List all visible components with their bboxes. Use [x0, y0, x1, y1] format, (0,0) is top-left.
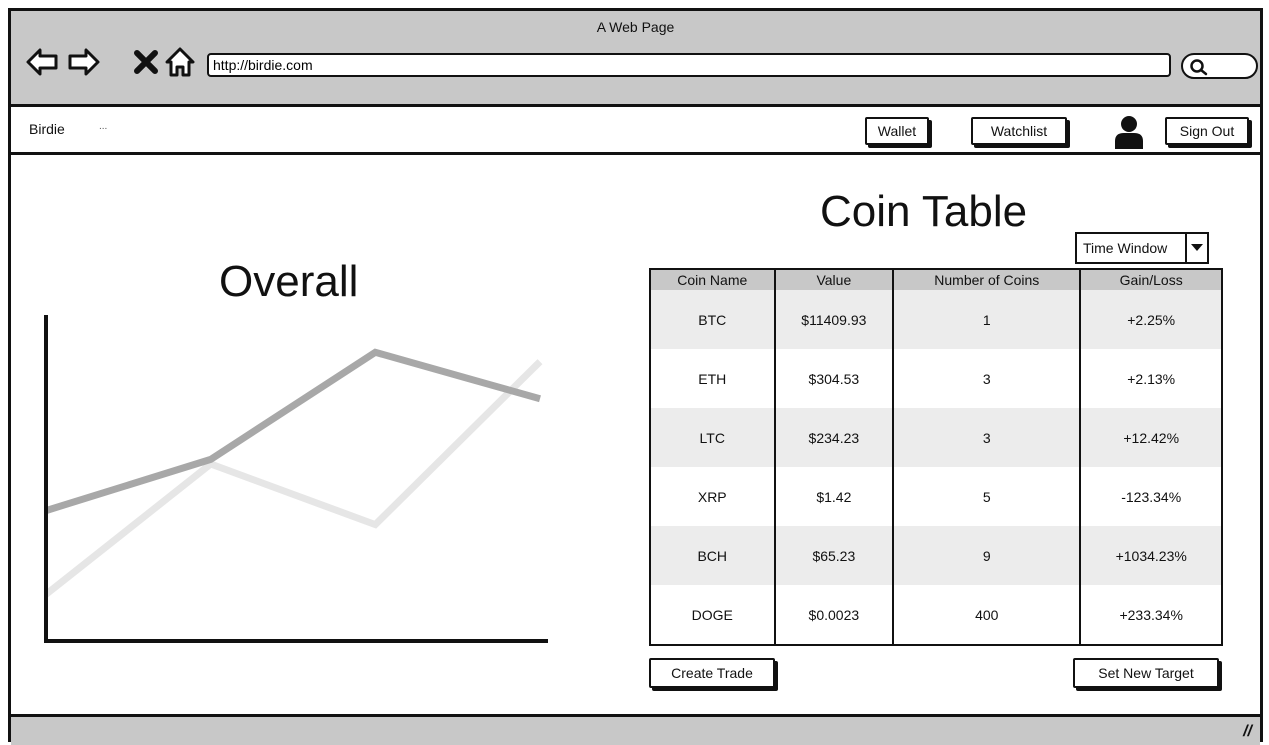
back-icon[interactable] [25, 45, 59, 79]
coin-count-cell: 9 [892, 526, 1081, 585]
overall-chart [43, 315, 548, 643]
status-bar: // [11, 714, 1260, 745]
browser-toolbar: A Web Page [11, 11, 1260, 107]
coin-count-cell: 400 [892, 585, 1081, 645]
coin-table: Coin Name Value Number of Coins Gain/Los… [649, 268, 1223, 646]
value-cell: $65.23 [773, 526, 894, 585]
coin-name-cell: BCH [650, 526, 775, 585]
coin-name-cell: LTC [650, 408, 775, 467]
browser-window: A Web Page Birdie ... Wallet Watchlist [8, 8, 1263, 745]
column-header-coin-name[interactable]: Coin Name [650, 269, 775, 290]
table-row[interactable]: LTC $234.23 3 +12.42% [650, 408, 1222, 467]
search-field[interactable] [1181, 53, 1258, 79]
time-window-dropdown[interactable]: Time Window [1075, 232, 1209, 264]
gain-loss-cell: +2.25% [1079, 290, 1222, 349]
table-header-row: Coin Name Value Number of Coins Gain/Los… [650, 269, 1222, 290]
gain-loss-cell: +2.13% [1079, 349, 1222, 408]
value-cell: $304.53 [773, 349, 894, 408]
resize-grip-icon[interactable]: // [1243, 723, 1252, 741]
brand-name[interactable]: Birdie [29, 121, 65, 137]
home-icon[interactable] [163, 45, 197, 79]
value-cell: $234.23 [773, 408, 894, 467]
chart-title: Overall [219, 257, 359, 306]
table-title: Coin Table [820, 187, 1028, 236]
value-cell: $1.42 [773, 467, 894, 526]
search-icon [1190, 59, 1208, 76]
gain-loss-cell: +233.34% [1079, 585, 1222, 645]
wallet-button[interactable]: Wallet [865, 117, 929, 145]
chart-series-group [43, 348, 543, 598]
coin-name-cell: BTC [650, 290, 775, 349]
coin-count-cell: 3 [892, 408, 1081, 467]
gain-loss-cell: -123.34% [1079, 467, 1222, 526]
gain-loss-cell: +1034.23% [1079, 526, 1222, 585]
chart-series-line-1 [43, 359, 543, 598]
table-row[interactable]: DOGE $0.0023 400 +233.34% [650, 585, 1222, 645]
coin-count-cell: 3 [892, 349, 1081, 408]
column-header-gain-loss[interactable]: Gain/Loss [1079, 269, 1222, 290]
chevron-down-icon[interactable] [1185, 234, 1207, 262]
table-row[interactable]: XRP $1.42 5 -123.34% [650, 467, 1222, 526]
value-cell: $11409.93 [773, 290, 894, 349]
window-title: A Web Page [596, 19, 675, 35]
coin-name-cell: ETH [650, 349, 775, 408]
coin-name-cell: DOGE [650, 585, 775, 645]
table-row[interactable]: BTC $11409.93 1 +2.25% [650, 290, 1222, 349]
time-window-label: Time Window [1083, 240, 1168, 256]
table-row[interactable]: BCH $65.23 9 +1034.23% [650, 526, 1222, 585]
column-header-number-of-coins[interactable]: Number of Coins [892, 269, 1081, 290]
sign-out-button[interactable]: Sign Out [1165, 117, 1249, 145]
coin-count-cell: 1 [892, 290, 1081, 349]
set-new-target-button[interactable]: Set New Target [1073, 658, 1219, 688]
column-header-value[interactable]: Value [773, 269, 894, 290]
brand-ellipsis: ... [99, 121, 108, 132]
table-row[interactable]: ETH $304.53 3 +2.13% [650, 349, 1222, 408]
gain-loss-cell: +12.42% [1079, 408, 1222, 467]
watchlist-button[interactable]: Watchlist [971, 117, 1067, 145]
user-icon[interactable] [1114, 115, 1144, 149]
stop-icon[interactable] [129, 45, 163, 79]
create-trade-button[interactable]: Create Trade [649, 658, 775, 688]
chart-axes [44, 315, 548, 643]
value-cell: $0.0023 [773, 585, 894, 645]
coin-count-cell: 5 [892, 467, 1081, 526]
url-input[interactable] [207, 53, 1171, 77]
site-navbar: Birdie ... Wallet Watchlist Sign Out [11, 107, 1260, 155]
forward-icon[interactable] [67, 45, 101, 79]
coin-name-cell: XRP [650, 467, 775, 526]
